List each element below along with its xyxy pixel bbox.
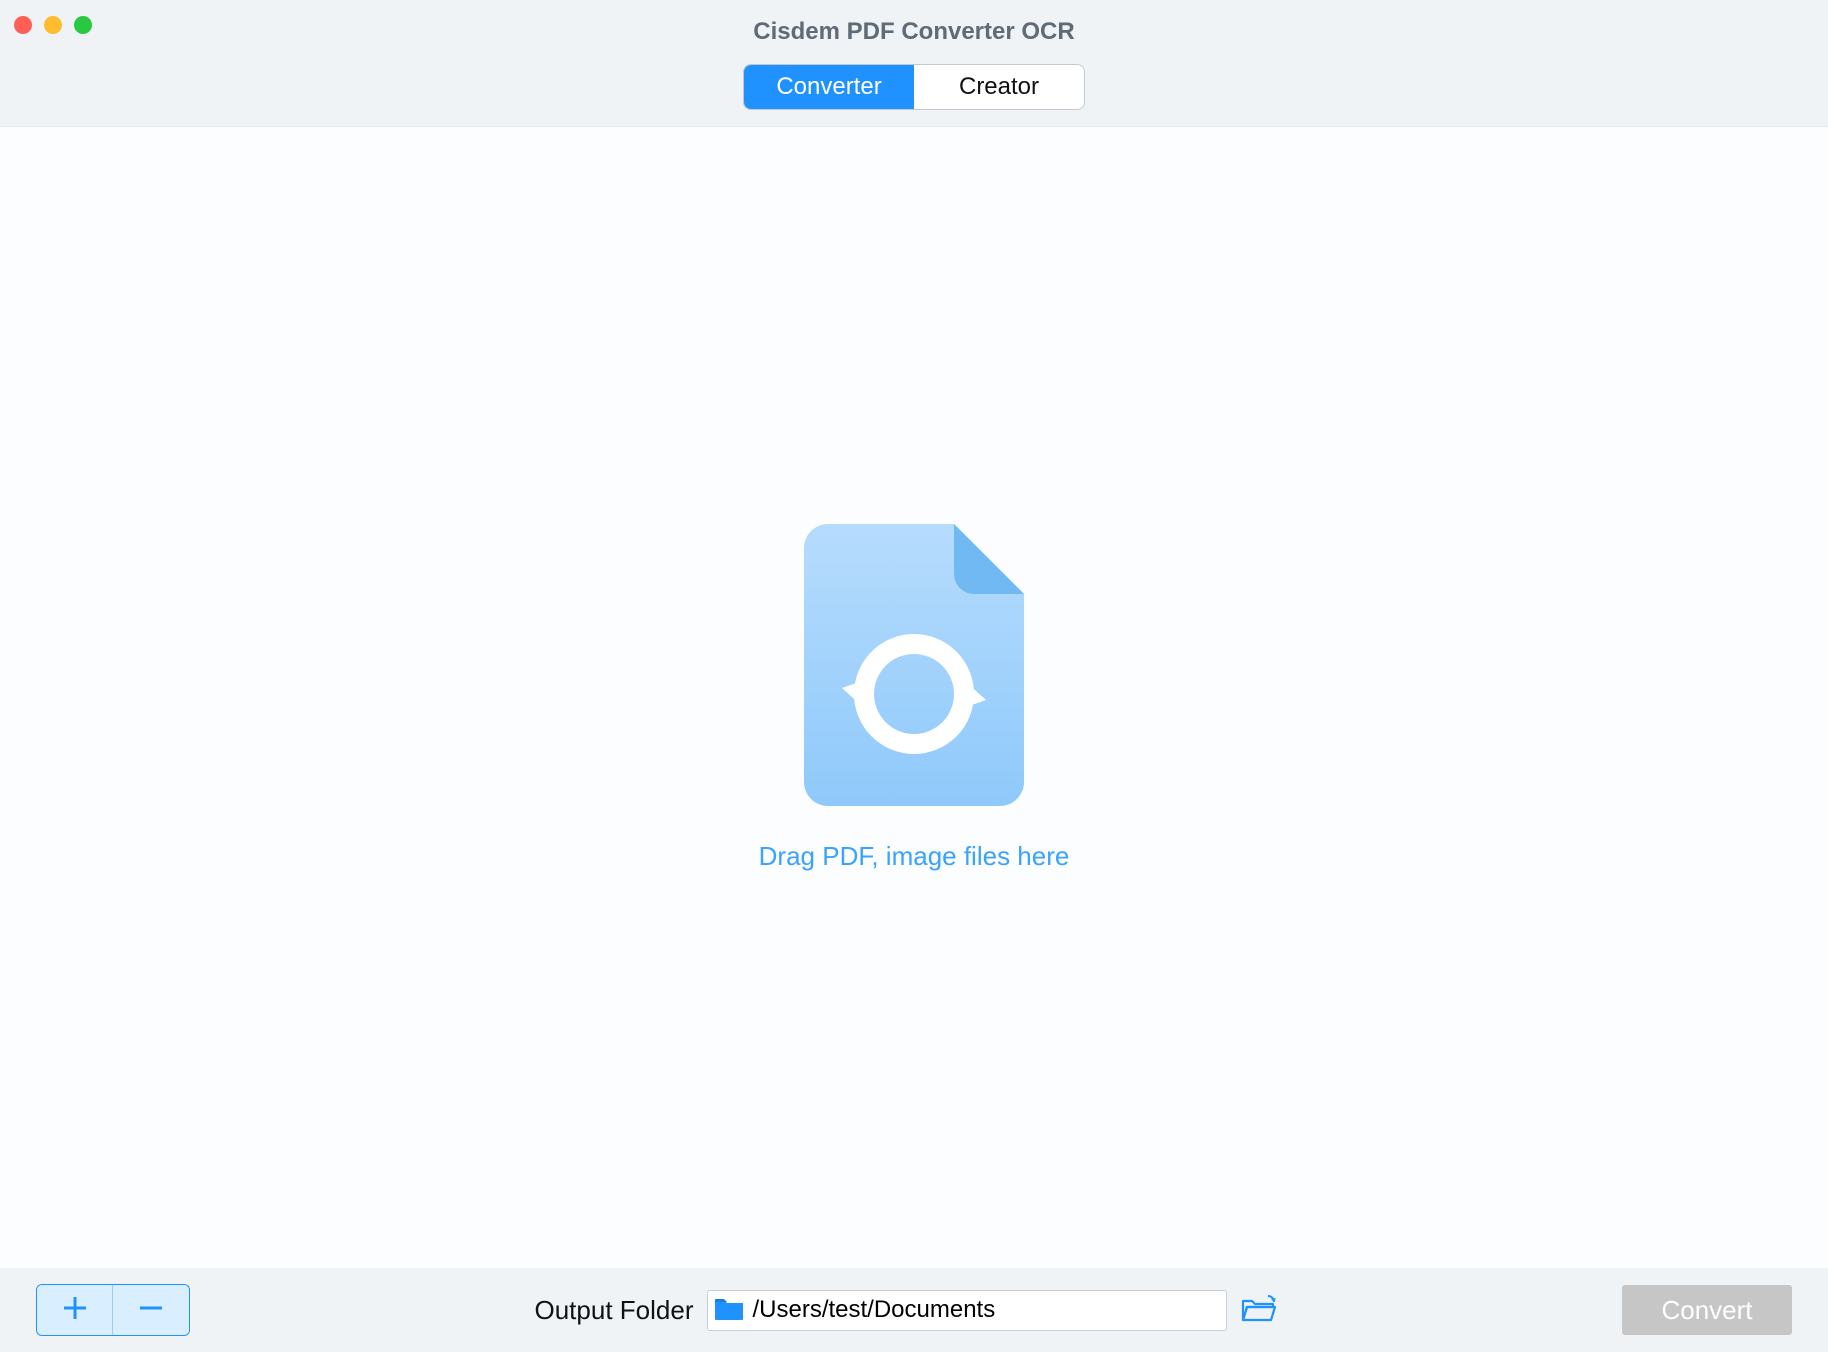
minus-icon — [138, 1295, 164, 1326]
document-convert-icon — [804, 524, 1024, 811]
browse-folder-button[interactable] — [1241, 1292, 1277, 1329]
window-controls — [14, 16, 92, 34]
add-file-button[interactable] — [37, 1285, 113, 1335]
titlebar: Cisdem PDF Converter OCR Converter Creat… — [0, 0, 1828, 127]
output-section: Output Folder — [216, 1290, 1596, 1331]
tab-creator[interactable]: Creator — [914, 65, 1084, 109]
add-remove-group — [36, 1284, 190, 1336]
dropzone[interactable]: Drag PDF, image files here — [759, 524, 1070, 872]
open-folder-icon — [1241, 1292, 1277, 1329]
dropzone-label: Drag PDF, image files here — [759, 841, 1070, 872]
plus-icon — [62, 1295, 88, 1326]
convert-button[interactable]: Convert — [1622, 1285, 1792, 1335]
folder-icon — [714, 1295, 744, 1326]
zoom-window-button[interactable] — [74, 16, 92, 34]
output-path-input[interactable] — [752, 1296, 1218, 1324]
main-area: Drag PDF, image files here — [0, 127, 1828, 1268]
window-title: Cisdem PDF Converter OCR — [753, 18, 1074, 46]
output-path-box — [707, 1290, 1227, 1331]
remove-file-button[interactable] — [113, 1285, 189, 1335]
mode-tabs: Converter Creator — [743, 64, 1085, 110]
close-window-button[interactable] — [14, 16, 32, 34]
bottom-bar: Output Folder Convert — [0, 1268, 1828, 1352]
output-folder-label: Output Folder — [535, 1295, 694, 1326]
minimize-window-button[interactable] — [44, 16, 62, 34]
tab-converter[interactable]: Converter — [744, 65, 914, 109]
